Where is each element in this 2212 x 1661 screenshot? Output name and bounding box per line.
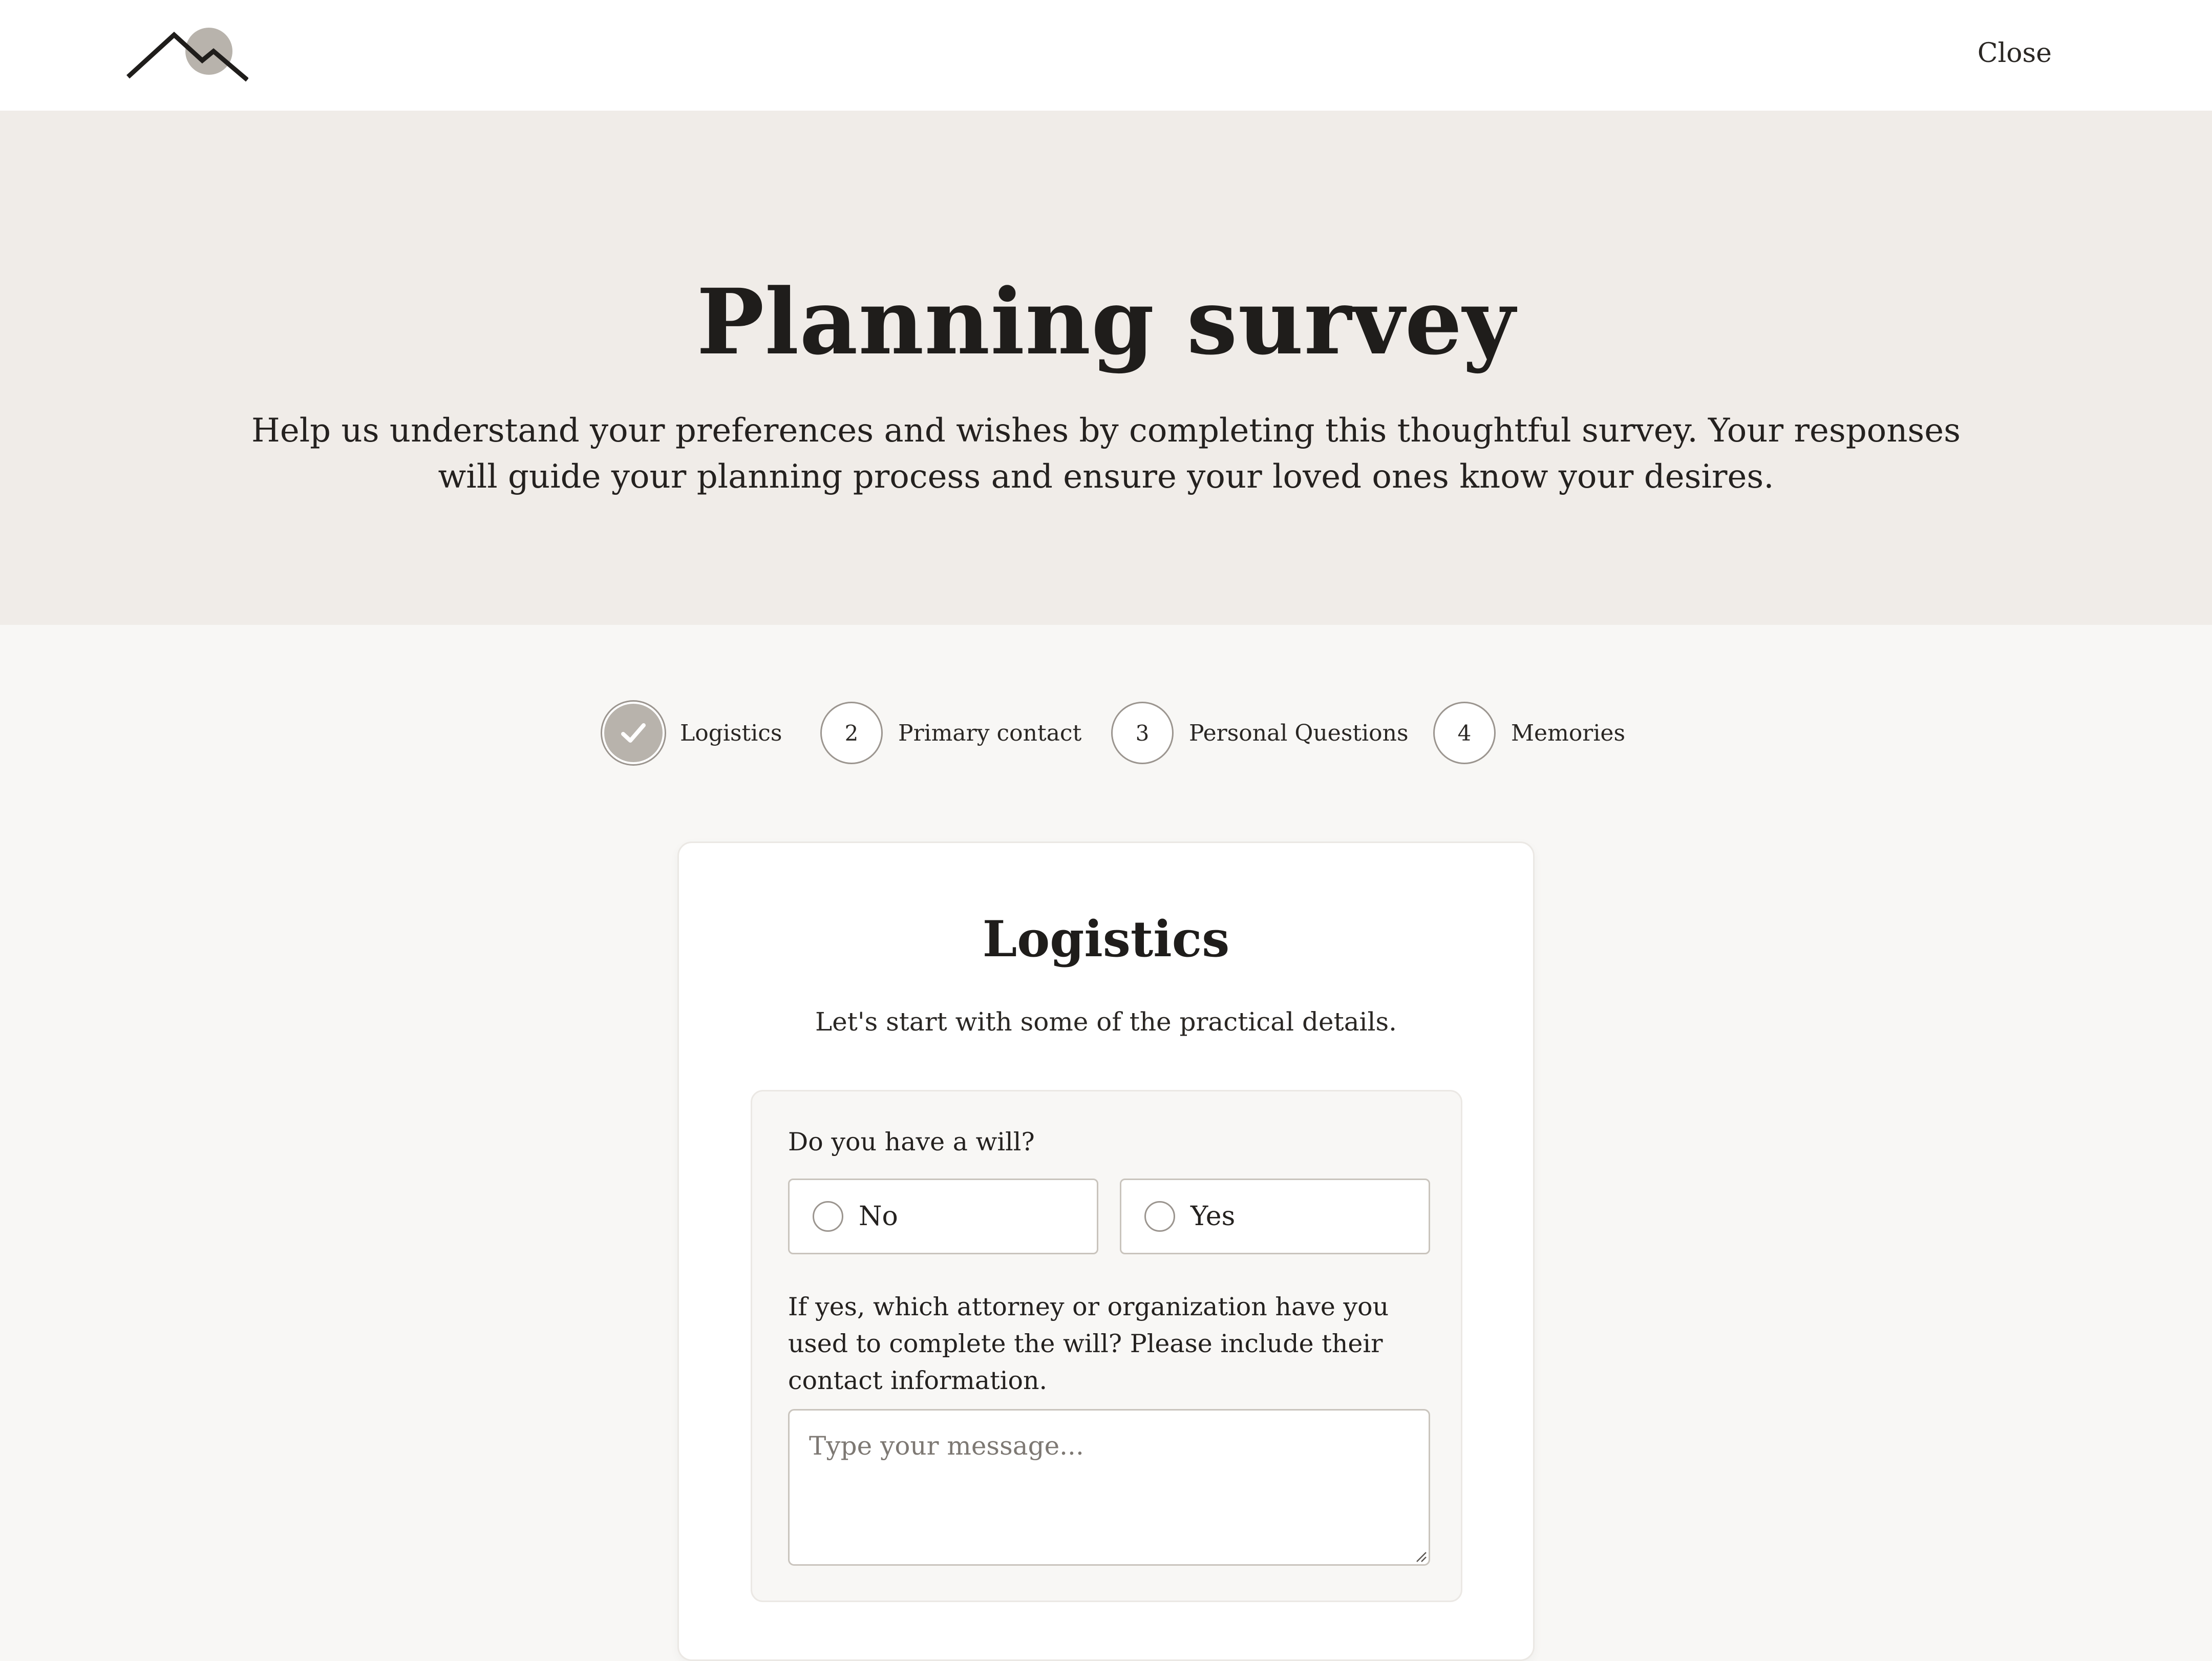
step-label: Primary contact <box>898 720 1082 746</box>
step-label: Personal Questions <box>1189 720 1409 746</box>
section-subtitle: Let's start with some of the practical d… <box>815 1007 1397 1037</box>
top-bar: Close <box>0 0 2212 111</box>
radio-label: Yes <box>1190 1201 1236 1232</box>
will-question-label: Do you have a will? <box>788 1127 1035 1157</box>
close-button[interactable]: Close <box>1977 38 2052 69</box>
page-description: Help us understand your preferences and … <box>251 412 1961 496</box>
step-completed-indicator <box>602 702 665 764</box>
radio-button[interactable] <box>813 1201 843 1232</box>
step-primary-contact[interactable]: 2 Primary contact <box>820 701 1081 765</box>
step-logistics[interactable]: Logistics <box>602 701 782 765</box>
step-number: 4 <box>1433 702 1496 764</box>
step-label: Memories <box>1511 720 1626 746</box>
hero-section: Planning survey Help us understand your … <box>0 111 2212 625</box>
step-label: Logistics <box>680 720 782 746</box>
radio-label: No <box>859 1201 898 1232</box>
progress-stepper: Logistics 2 Primary contact 3 Personal Q… <box>0 701 2212 765</box>
radio-button[interactable] <box>1144 1201 1175 1232</box>
check-icon <box>621 723 646 743</box>
step-personal-questions[interactable]: 3 Personal Questions <box>1111 701 1409 765</box>
attorney-message-textarea[interactable] <box>788 1409 1430 1566</box>
step-number: 3 <box>1111 702 1174 764</box>
resize-handle-icon[interactable] <box>1416 1551 1427 1563</box>
will-yes-option[interactable]: Yes <box>1120 1179 1430 1254</box>
mountain-sun-logo-icon[interactable] <box>125 26 248 87</box>
survey-card: Logistics Let's start with some of the p… <box>677 842 1535 1661</box>
step-number: 2 <box>820 702 883 764</box>
question-group: Do you have a will? No Yes If yes, which… <box>751 1090 1462 1602</box>
attorney-question-label: If yes, which attorney or organization h… <box>788 1292 1389 1395</box>
step-memories[interactable]: 4 Memories <box>1433 701 1625 765</box>
section-title: Logistics <box>982 910 1230 968</box>
page-title: Planning survey <box>696 269 1516 375</box>
will-no-option[interactable]: No <box>788 1179 1098 1254</box>
